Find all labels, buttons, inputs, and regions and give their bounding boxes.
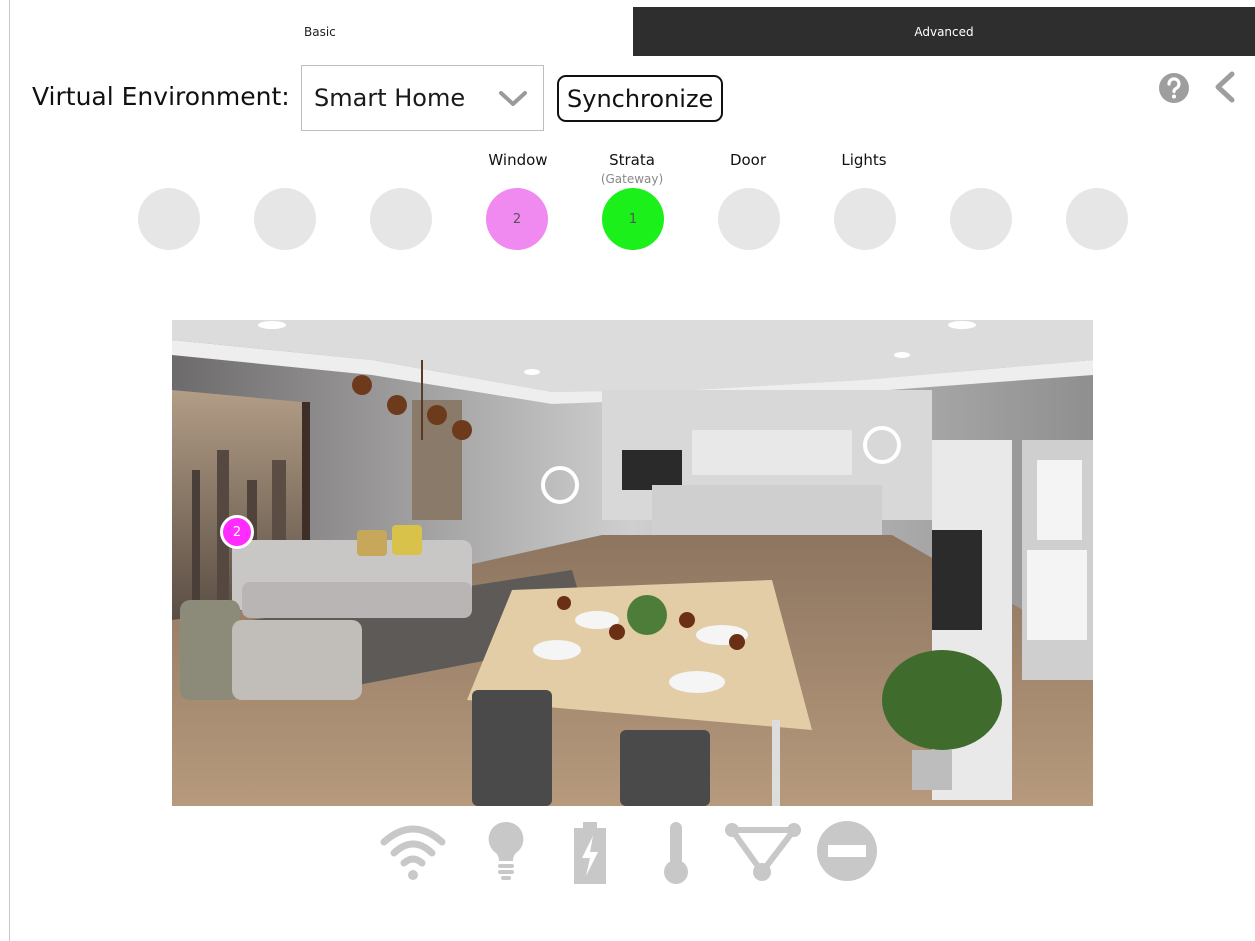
chevron-down-icon [499, 91, 527, 106]
node-slot-8[interactable] [950, 188, 1012, 250]
tab-basic[interactable]: Basic [10, 7, 633, 56]
remove-icon[interactable] [816, 820, 878, 882]
battery-icon[interactable] [572, 820, 608, 886]
mesh-network-icon[interactable] [724, 820, 804, 884]
environment-label: Virtual Environment: [32, 82, 290, 111]
scene-marker-lights[interactable] [863, 426, 901, 464]
node-slot-3[interactable] [370, 188, 432, 250]
help-icon[interactable] [1158, 72, 1190, 104]
tab-advanced-label: Advanced [914, 24, 974, 39]
left-border [9, 0, 10, 941]
node-label-door: Door [729, 151, 767, 169]
wifi-icon[interactable] [380, 820, 446, 882]
thermometer-icon[interactable] [660, 820, 692, 886]
scene-marker-door[interactable] [541, 466, 579, 504]
environment-select-value: Smart Home [314, 84, 466, 112]
node-window-number: 2 [512, 211, 522, 227]
living-room-image [172, 320, 1093, 806]
node-slot-2[interactable] [254, 188, 316, 250]
node-window[interactable]: 2 [486, 188, 548, 250]
node-lights[interactable] [834, 188, 896, 250]
scene-marker-window-number: 2 [232, 524, 242, 540]
scene-marker-window[interactable]: 2 [220, 515, 254, 549]
node-label-lights: Lights [841, 151, 887, 169]
node-sub-gateway: (Gateway) [600, 172, 664, 186]
tab-advanced[interactable]: Advanced [633, 7, 1255, 56]
smart-home-scene: 2 [172, 320, 1093, 806]
node-slot-1[interactable] [138, 188, 200, 250]
node-door[interactable] [718, 188, 780, 250]
back-chevron-icon[interactable] [1212, 70, 1238, 104]
node-slot-9[interactable] [1066, 188, 1128, 250]
synchronize-button[interactable]: Synchronize [557, 75, 724, 122]
tab-basic-label: Basic [304, 24, 336, 39]
lightbulb-icon[interactable] [486, 820, 526, 882]
node-label-window: Window [488, 151, 548, 169]
node-label-strata: Strata [609, 151, 655, 169]
environment-select[interactable]: Smart Home [301, 65, 544, 131]
node-strata-number: 1 [628, 211, 638, 227]
node-strata-gateway[interactable]: 1 [602, 188, 664, 250]
